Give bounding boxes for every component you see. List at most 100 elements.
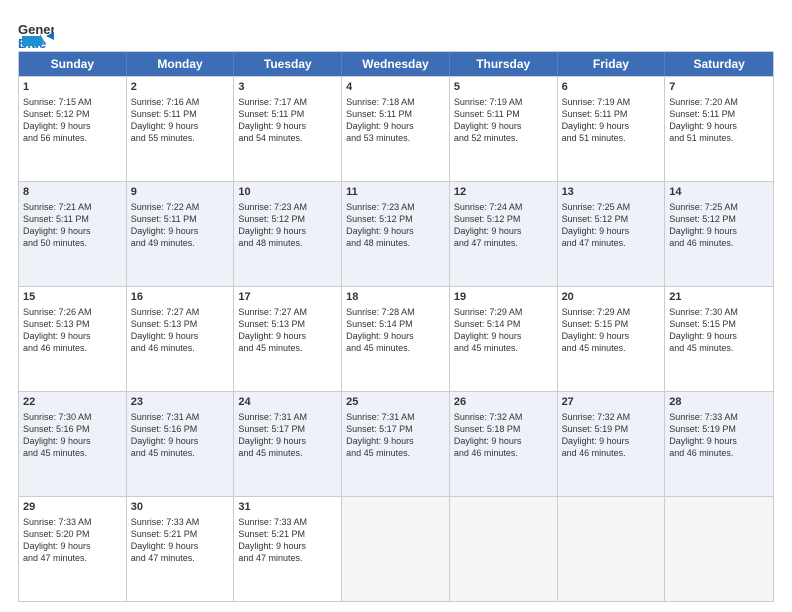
calendar-cell [665,497,773,601]
calendar-cell: 4Sunrise: 7:18 AMSunset: 5:11 PMDaylight… [342,77,450,181]
day-info-line: Sunset: 5:14 PM [346,318,445,330]
calendar-row: 1Sunrise: 7:15 AMSunset: 5:12 PMDaylight… [19,76,773,181]
day-info-line: Daylight: 9 hours [238,330,337,342]
day-number: 3 [238,80,337,95]
calendar-cell: 3Sunrise: 7:17 AMSunset: 5:11 PMDaylight… [234,77,342,181]
calendar-row: 8Sunrise: 7:21 AMSunset: 5:11 PMDaylight… [19,181,773,286]
calendar-cell: 18Sunrise: 7:28 AMSunset: 5:14 PMDayligh… [342,287,450,391]
calendar-cell: 8Sunrise: 7:21 AMSunset: 5:11 PMDaylight… [19,182,127,286]
day-info-line: and 47 minutes. [23,552,122,564]
day-info-line: Daylight: 9 hours [131,435,230,447]
day-number: 31 [238,500,337,515]
calendar-cell: 27Sunrise: 7:32 AMSunset: 5:19 PMDayligh… [558,392,666,496]
day-info-line: Sunset: 5:11 PM [23,213,122,225]
calendar: SundayMondayTuesdayWednesdayThursdayFrid… [18,51,774,602]
day-info-line: Sunrise: 7:17 AM [238,96,337,108]
day-info-line: and 53 minutes. [346,132,445,144]
day-info-line: Daylight: 9 hours [669,120,769,132]
calendar-cell: 25Sunrise: 7:31 AMSunset: 5:17 PMDayligh… [342,392,450,496]
day-info-line: Sunset: 5:11 PM [454,108,553,120]
calendar-cell: 17Sunrise: 7:27 AMSunset: 5:13 PMDayligh… [234,287,342,391]
day-number: 1 [23,80,122,95]
day-info-line: Sunrise: 7:19 AM [562,96,661,108]
day-info-line: Sunset: 5:13 PM [23,318,122,330]
calendar-row: 29Sunrise: 7:33 AMSunset: 5:20 PMDayligh… [19,496,773,601]
day-number: 10 [238,185,337,200]
day-info-line: Sunset: 5:11 PM [346,108,445,120]
day-info-line: Daylight: 9 hours [23,225,122,237]
calendar-cell: 28Sunrise: 7:33 AMSunset: 5:19 PMDayligh… [665,392,773,496]
day-info-line: Sunset: 5:19 PM [669,423,769,435]
day-number: 9 [131,185,230,200]
day-number: 29 [23,500,122,515]
day-info-line: and 45 minutes. [562,342,661,354]
day-info-line: Sunrise: 7:20 AM [669,96,769,108]
logo-arrow-icon [22,34,44,48]
day-info-line: and 46 minutes. [23,342,122,354]
day-info-line: Daylight: 9 hours [454,120,553,132]
day-info-line: Daylight: 9 hours [23,330,122,342]
day-info-line: Sunrise: 7:33 AM [131,516,230,528]
day-info-line: Daylight: 9 hours [669,330,769,342]
day-info-line: Daylight: 9 hours [562,120,661,132]
calendar-cell: 21Sunrise: 7:30 AMSunset: 5:15 PMDayligh… [665,287,773,391]
day-info-line: Daylight: 9 hours [131,120,230,132]
day-info-line: Sunrise: 7:32 AM [454,411,553,423]
day-number: 13 [562,185,661,200]
day-info-line: and 47 minutes. [562,237,661,249]
day-info-line: Sunrise: 7:18 AM [346,96,445,108]
day-info-line: Sunrise: 7:22 AM [131,201,230,213]
day-info-line: and 47 minutes. [238,552,337,564]
day-number: 8 [23,185,122,200]
day-info-line: Sunrise: 7:31 AM [238,411,337,423]
day-info-line: Sunrise: 7:33 AM [238,516,337,528]
day-info-line: Sunset: 5:21 PM [238,528,337,540]
day-info-line: Daylight: 9 hours [454,225,553,237]
day-info-line: and 45 minutes. [454,342,553,354]
day-info-line: Sunset: 5:13 PM [238,318,337,330]
day-info-line: and 50 minutes. [23,237,122,249]
calendar-cell: 14Sunrise: 7:25 AMSunset: 5:12 PMDayligh… [665,182,773,286]
day-info-line: and 45 minutes. [131,447,230,459]
day-info-line: Daylight: 9 hours [23,540,122,552]
day-info-line: Daylight: 9 hours [346,435,445,447]
day-info-line: Daylight: 9 hours [346,120,445,132]
calendar-cell: 20Sunrise: 7:29 AMSunset: 5:15 PMDayligh… [558,287,666,391]
day-info-line: and 46 minutes. [669,447,769,459]
day-info-line: and 54 minutes. [238,132,337,144]
day-info-line: Sunrise: 7:23 AM [238,201,337,213]
day-info-line: Sunrise: 7:30 AM [23,411,122,423]
day-number: 21 [669,290,769,305]
calendar-cell: 26Sunrise: 7:32 AMSunset: 5:18 PMDayligh… [450,392,558,496]
day-info-line: and 45 minutes. [346,447,445,459]
calendar-cell: 13Sunrise: 7:25 AMSunset: 5:12 PMDayligh… [558,182,666,286]
day-info-line: and 51 minutes. [669,132,769,144]
day-info-line: Sunset: 5:12 PM [238,213,337,225]
day-info-line: and 55 minutes. [131,132,230,144]
day-info-line: and 45 minutes. [23,447,122,459]
day-number: 15 [23,290,122,305]
day-info-line: Sunrise: 7:25 AM [669,201,769,213]
calendar-header: SundayMondayTuesdayWednesdayThursdayFrid… [19,52,773,76]
calendar-day-header: Saturday [665,52,773,76]
day-info-line: Sunrise: 7:27 AM [131,306,230,318]
day-info-line: Sunset: 5:15 PM [562,318,661,330]
day-info-line: Sunset: 5:17 PM [346,423,445,435]
day-info-line: Sunset: 5:21 PM [131,528,230,540]
day-number: 6 [562,80,661,95]
day-info-line: and 48 minutes. [346,237,445,249]
day-number: 5 [454,80,553,95]
day-info-line: Sunset: 5:19 PM [562,423,661,435]
day-info-line: and 46 minutes. [669,237,769,249]
day-info-line: Daylight: 9 hours [669,435,769,447]
calendar-cell: 12Sunrise: 7:24 AMSunset: 5:12 PMDayligh… [450,182,558,286]
day-number: 27 [562,395,661,410]
day-info-line: Sunrise: 7:15 AM [23,96,122,108]
day-info-line: Daylight: 9 hours [23,435,122,447]
day-info-line: and 46 minutes. [454,447,553,459]
day-info-line: Sunrise: 7:21 AM [23,201,122,213]
day-number: 16 [131,290,230,305]
day-info-line: Sunrise: 7:29 AM [562,306,661,318]
day-info-line: Daylight: 9 hours [346,225,445,237]
day-info-line: Daylight: 9 hours [454,330,553,342]
